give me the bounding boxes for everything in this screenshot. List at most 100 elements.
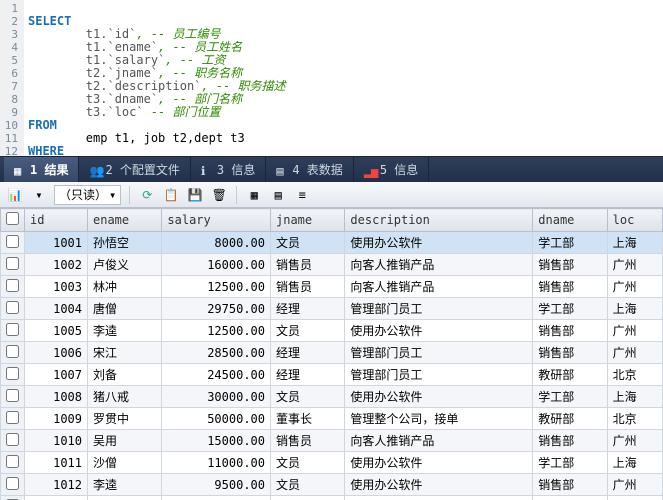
cell-ename[interactable]: 林冲 [88,276,162,298]
cell-ename[interactable]: 宋江 [88,342,162,364]
cell-description[interactable]: 使用办公软件 [345,320,533,342]
cell-jname[interactable]: 文员 [271,386,345,408]
cell-ename[interactable]: 罗贯中 [88,408,162,430]
col-salary[interactable]: salary [162,209,271,232]
cell-ename[interactable]: 李逵 [88,474,162,496]
cell-ename[interactable]: 刘备 [88,364,162,386]
cell-ename[interactable]: 沙僧 [88,452,162,474]
cell-id[interactable]: 1009 [25,408,88,430]
row-checkbox[interactable] [1,452,25,474]
cell-dname[interactable]: 销售部 [533,342,607,364]
cell-description[interactable]: 向客人推销产品 [345,254,533,276]
cell-jname[interactable]: 经理 [271,364,345,386]
cell-salary[interactable]: 30000.00 [162,496,271,500]
cell-loc[interactable]: 上海 [607,496,662,500]
tab-info-2[interactable]: ▂▅5 信息 [354,157,429,183]
cell-description[interactable]: 管理部门员工 [345,342,533,364]
cell-loc[interactable]: 上海 [607,232,662,254]
row-checkbox[interactable] [1,408,25,430]
cell-salary[interactable]: 8000.00 [162,232,271,254]
cell-salary[interactable]: 29750.00 [162,298,271,320]
cell-description[interactable]: 使用办公软件 [345,474,533,496]
cell-jname[interactable]: 文员 [271,232,345,254]
col-description[interactable]: description [345,209,533,232]
cell-salary[interactable]: 28500.00 [162,342,271,364]
dropdown-icon[interactable]: ▾ [30,186,48,204]
table-row[interactable]: 1009 罗贯中 50000.00 董事长 管理整个公司，接单 教研部 北京 [1,408,663,430]
row-checkbox[interactable] [1,232,25,254]
delete-button[interactable]: 🗑 [210,186,228,204]
cell-id[interactable]: 1012 [25,474,88,496]
cell-description[interactable]: 管理部门员工 [345,364,533,386]
row-checkbox[interactable] [1,298,25,320]
table-row[interactable]: 1002 卢俊义 16000.00 销售员 向客人推销产品 销售部 广州 [1,254,663,276]
cell-dname[interactable]: 销售部 [533,254,607,276]
cell-jname[interactable]: 销售员 [271,430,345,452]
table-row[interactable]: 1004 唐僧 29750.00 经理 管理部门员工 学工部 上海 [1,298,663,320]
cell-id[interactable]: 1005 [25,320,88,342]
copy-button[interactable]: 📋 [162,186,180,204]
cell-loc[interactable]: 广州 [607,342,662,364]
cell-ename[interactable]: 吴用 [88,430,162,452]
cell-salary[interactable]: 11000.00 [162,452,271,474]
row-checkbox[interactable] [1,320,25,342]
cell-jname[interactable]: 文员 [271,474,345,496]
col-jname[interactable]: jname [271,209,345,232]
cell-id[interactable]: 1006 [25,342,88,364]
col-checkbox[interactable] [1,209,25,232]
cell-jname[interactable]: 董事长 [271,408,345,430]
grid-view-button[interactable]: ▦ [245,186,263,204]
cell-id[interactable]: 1007 [25,364,88,386]
cell-salary[interactable]: 15000.00 [162,430,271,452]
cell-salary[interactable]: 12500.00 [162,320,271,342]
tab-result-1[interactable]: ▦1 结果 [4,157,79,183]
cell-jname[interactable]: 文员 [271,496,345,500]
col-id[interactable]: id [25,209,88,232]
cell-loc[interactable]: 广州 [607,474,662,496]
cell-id[interactable]: 1003 [25,276,88,298]
table-row[interactable]: 1011 沙僧 11000.00 文员 使用办公软件 学工部 上海 [1,452,663,474]
table-row[interactable]: 1008 猪八戒 30000.00 文员 使用办公软件 学工部 上海 [1,386,663,408]
col-dname[interactable]: dname [533,209,607,232]
cell-description[interactable]: 向客人推销产品 [345,430,533,452]
cell-id[interactable]: 1004 [25,298,88,320]
cell-dname[interactable]: 学工部 [533,452,607,474]
row-checkbox[interactable] [1,254,25,276]
cell-description[interactable]: 使用办公软件 [345,452,533,474]
cell-salary[interactable]: 30000.00 [162,386,271,408]
cell-dname[interactable]: 学工部 [533,232,607,254]
result-grid[interactable]: id ename salary jname description dname … [0,208,663,500]
cell-id[interactable]: 1008 [25,386,88,408]
cell-dname[interactable]: 销售部 [533,320,607,342]
text-view-button[interactable]: ≡ [293,186,311,204]
cell-description[interactable]: 使用办公软件 [345,386,533,408]
cell-salary[interactable]: 12500.00 [162,276,271,298]
cell-dname[interactable]: 学工部 [533,496,607,500]
cell-dname[interactable]: 学工部 [533,298,607,320]
cell-jname[interactable]: 经理 [271,298,345,320]
refresh-button[interactable]: ⟳ [138,186,156,204]
save-button[interactable]: 💾 [186,186,204,204]
cell-loc[interactable]: 广州 [607,276,662,298]
cell-ename[interactable]: 唐僧 [88,298,162,320]
cell-id[interactable]: 1011 [25,452,88,474]
cell-loc[interactable]: 北京 [607,408,662,430]
table-row[interactable]: 1006 宋江 28500.00 经理 管理部门员工 销售部 广州 [1,342,663,364]
cell-loc[interactable]: 广州 [607,430,662,452]
cell-description[interactable]: 向客人推销产品 [345,276,533,298]
cell-description[interactable]: 使用办公软件 [345,496,533,500]
cell-ename[interactable]: 卢俊义 [88,254,162,276]
cell-loc[interactable]: 上海 [607,298,662,320]
row-checkbox[interactable] [1,386,25,408]
table-row[interactable]: 1003 林冲 12500.00 销售员 向客人推销产品 销售部 广州 [1,276,663,298]
cell-description[interactable]: 使用办公软件 [345,232,533,254]
cell-ename[interactable]: 李逵 [88,320,162,342]
row-checkbox[interactable] [1,276,25,298]
tab-table-data[interactable]: ▤4 表数据 [266,157,353,183]
cell-dname[interactable]: 销售部 [533,276,607,298]
cell-loc[interactable]: 广州 [607,254,662,276]
cell-jname[interactable]: 销售员 [271,276,345,298]
table-row[interactable]: 1007 刘备 24500.00 经理 管理部门员工 教研部 北京 [1,364,663,386]
cell-loc[interactable]: 广州 [607,320,662,342]
cell-salary[interactable]: 9500.00 [162,474,271,496]
